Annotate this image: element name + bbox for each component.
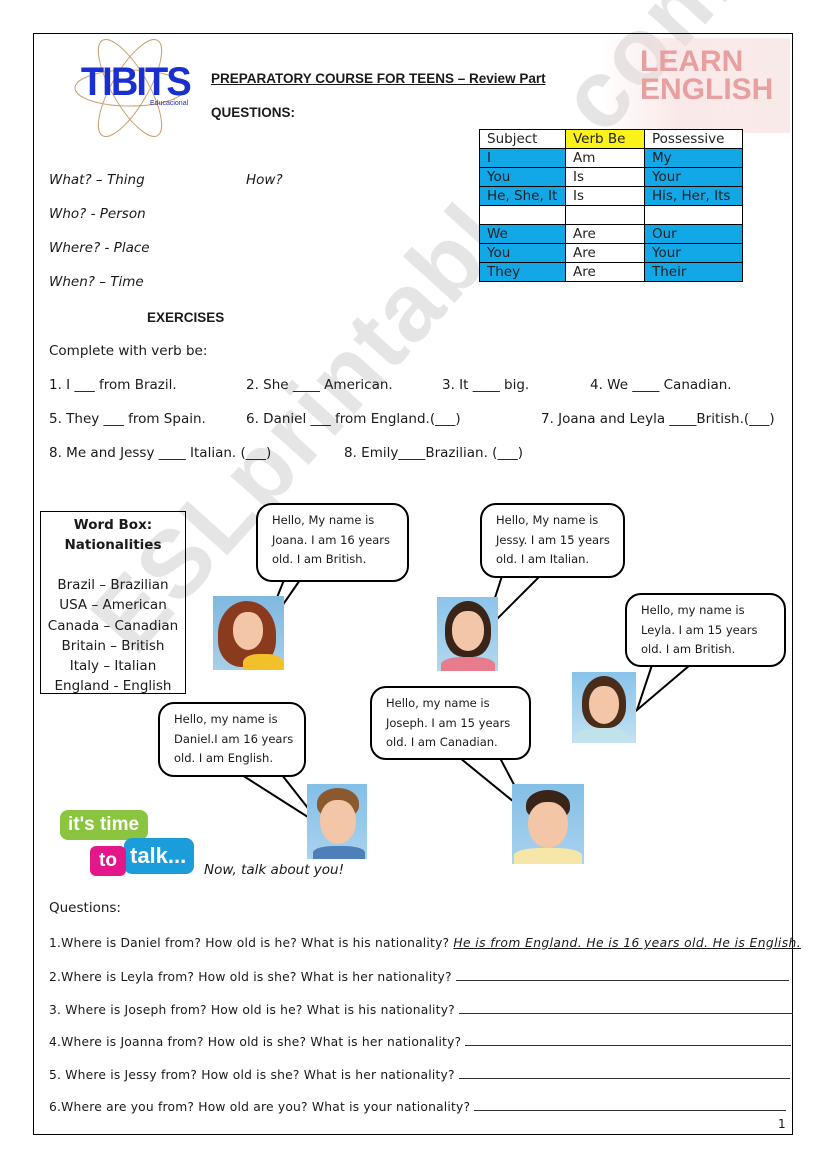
speech-bubble-joseph: Hello, my name is Joseph. I am 15 years … [370,686,531,760]
bubble-line: Leyla. I am 15 years [641,622,758,637]
page-number: 1 [778,1117,786,1131]
bubble-line: Hello, My name is [496,513,599,527]
question-text: 6.Where are you from? How old are you? W… [49,1100,471,1114]
logo-bubble-pink: to [90,846,126,876]
bubble-line: Daniel.I am 16 years [174,731,294,746]
question-text: 1.Where is Daniel from? How old is he? W… [49,936,450,950]
speech-bubble-daniel: Hello, my name is Daniel.I am 16 years o… [158,702,306,777]
photo-leyla [572,672,636,743]
bubble-line: Hello, my name is [641,603,745,617]
bubble-line: old. I am English. [174,751,273,765]
answer-blank[interactable] [459,1001,794,1014]
bubble-line: old. I am Italian. [496,552,590,566]
speech-bubble-leyla: Hello, my name is Leyla. I am 15 years o… [625,593,786,667]
bubble-tail-leyla [634,664,693,714]
bubble-line: Hello, my name is [386,696,490,710]
answer-blank[interactable] [458,1066,790,1079]
question-text: 3. Where is Joseph from? How old is he? … [49,1003,455,1017]
bubble-line: Joseph. I am 15 years [386,715,511,730]
bubble-line: old. I am British. [272,552,367,566]
question-item: 5. Where is Jessy from? How old is she? … [49,1066,790,1082]
question-item: 4.Where is Joanna from? How old is she? … [49,1033,792,1049]
photo-joana [213,596,284,670]
answer-text: He is from England. He is 16 years old. … [453,936,802,950]
question-item: 1.Where is Daniel from? How old is he? W… [49,936,801,950]
question-text: 4.Where is Joanna from? How old is she? … [49,1035,462,1049]
question-item: 6.Where are you from? How old are you? W… [49,1098,787,1114]
bubble-tails [238,575,693,827]
logo-bubble-green: it's time [60,810,148,840]
logo-bubble-blue: talk... [124,838,194,874]
photo-daniel [307,784,367,859]
speech-bubble-jessy: Hello, My name is Jessy. I am 15 years o… [480,503,625,578]
photo-joseph [512,784,584,864]
bubble-line: Joana. I am 16 years [272,532,391,547]
questions-heading-bottom: Questions: [49,900,121,916]
bubble-line: Jessy. I am 15 years [496,532,610,547]
time-to-talk-logo: it's time talk... to [60,808,200,886]
talk-prompt: Now, talk about you! [204,862,345,878]
bubble-line: Hello, my name is [174,712,278,726]
answer-blank[interactable] [455,968,789,981]
photo-jessy [437,597,498,671]
question-item: 3. Where is Joseph from? How old is he? … [49,1001,794,1017]
answer-blank[interactable] [474,1098,787,1111]
speech-bubble-joana: Hello, My name is Joana. I am 16 years o… [256,503,409,582]
bubble-line: old. I am British. [641,642,736,656]
bubble-line: old. I am Canadian. [386,735,498,749]
question-text: 2.Where is Leyla from? How old is she? W… [49,970,452,984]
bubble-line: Hello, My name is [272,513,375,527]
answer-blank[interactable] [465,1033,792,1046]
question-item: 2.Where is Leyla from? How old is she? W… [49,968,789,984]
question-text: 5. Where is Jessy from? How old is she? … [49,1068,455,1082]
